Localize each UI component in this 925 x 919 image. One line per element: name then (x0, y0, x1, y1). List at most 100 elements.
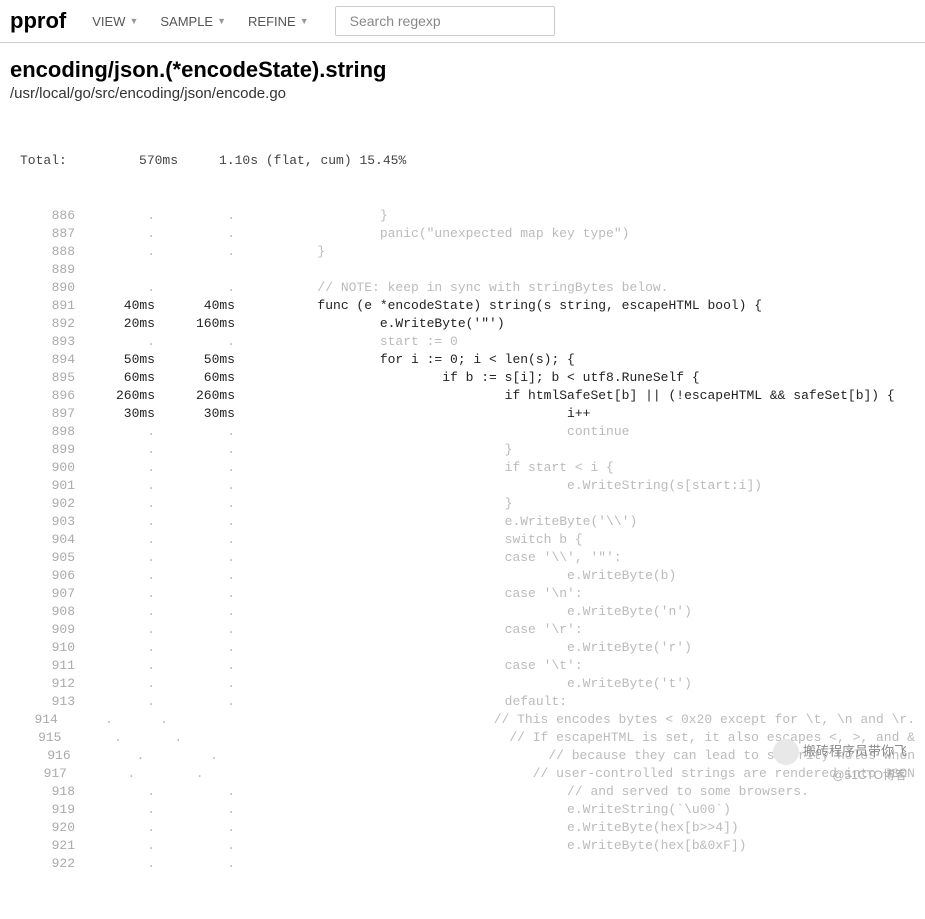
source-line: 890.. // NOTE: keep in sync with stringB… (10, 279, 915, 297)
line-number: 920 (20, 819, 75, 837)
menu-sample-label: SAMPLE (160, 14, 213, 29)
line-number: 896 (20, 387, 75, 405)
cum-time: . (155, 459, 235, 477)
source-text: case '\n': (255, 585, 915, 603)
menu-view[interactable]: VIEW ▼ (86, 10, 144, 33)
source-line: 916.. // because they can lead to securi… (10, 747, 915, 765)
cum-time: . (144, 747, 218, 765)
source-line: 898.. continue (10, 423, 915, 441)
cum-time (155, 261, 235, 279)
cum-time: . (155, 279, 235, 297)
source-text: // If escapeHTML is set, it also escapes… (197, 729, 915, 747)
flat-time: . (75, 225, 155, 243)
totals-meta: (flat, cum) 15.45% (266, 153, 406, 168)
flat-time (75, 261, 155, 279)
flat-time: . (75, 837, 155, 855)
content: encoding/json.(*encodeState).string /usr… (0, 43, 925, 919)
menu-refine[interactable]: REFINE ▼ (242, 10, 315, 33)
source-line: 886.. } (10, 207, 915, 225)
flat-time: . (75, 675, 155, 693)
cum-time: . (155, 567, 235, 585)
source-line: 89730ms30ms i++ (10, 405, 915, 423)
flat-time: . (75, 441, 155, 459)
line-number: 895 (20, 369, 75, 387)
source-line: 89220ms160ms e.WriteByte('"') (10, 315, 915, 333)
cum-time: . (155, 423, 235, 441)
source-text: func (e *encodeState) string(s string, e… (255, 297, 915, 315)
source-text: i++ (255, 405, 915, 423)
line-number: 908 (20, 603, 75, 621)
source-text: e.WriteByte(b) (255, 567, 915, 585)
source-line: 888.. } (10, 243, 915, 261)
line-number: 913 (20, 693, 75, 711)
source-line: 917.. // user-controlled strings are ren… (10, 765, 915, 783)
cum-time: 160ms (155, 315, 235, 333)
source-path: /usr/local/go/src/encoding/json/encode.g… (10, 85, 915, 102)
cum-time: 260ms (155, 387, 235, 405)
line-number: 915 (20, 729, 61, 747)
cum-time: . (135, 765, 203, 783)
cum-time: 40ms (155, 297, 235, 315)
cum-time: . (155, 585, 235, 603)
source-line: 89140ms40ms func (e *encodeState) string… (10, 297, 915, 315)
line-number: 914 (20, 711, 58, 729)
cum-time: . (155, 819, 235, 837)
source-listing: Total: 570ms1.10s (flat, cum) 15.45% 886… (10, 116, 915, 909)
flat-time: . (75, 693, 155, 711)
line-number: 918 (20, 783, 75, 801)
cum-time: . (155, 675, 235, 693)
cum-time: . (155, 441, 235, 459)
source-text: case '\r': (255, 621, 915, 639)
source-line: 904.. switch b { (10, 531, 915, 549)
source-text: start := 0 (255, 333, 915, 351)
source-line: 920.. e.WriteByte(hex[b>>4]) (10, 819, 915, 837)
source-text: // NOTE: keep in sync with stringBytes b… (255, 279, 915, 297)
line-number: 890 (20, 279, 75, 297)
source-text: e.WriteByte('"') (255, 315, 915, 333)
source-line: 921.. e.WriteByte(hex[b&0xF]) (10, 837, 915, 855)
source-text: continue (255, 423, 915, 441)
cum-time: . (155, 783, 235, 801)
source-text: panic("unexpected map key type") (255, 225, 915, 243)
source-text (255, 855, 915, 873)
cum-time: 60ms (155, 369, 235, 387)
flat-time: . (75, 423, 155, 441)
flat-time: . (67, 765, 135, 783)
menu-view-label: VIEW (92, 14, 125, 29)
flat-time: . (75, 585, 155, 603)
totals-row: Total: 570ms1.10s (flat, cum) 15.45% (10, 152, 915, 170)
cum-time: . (155, 639, 235, 657)
flat-time: . (75, 243, 155, 261)
page-title: encoding/json.(*encodeState).string (10, 57, 915, 83)
toolbar: pprof VIEW ▼ SAMPLE ▼ REFINE ▼ (0, 0, 925, 43)
flat-time: . (71, 747, 145, 765)
source-line: 896260ms260ms if htmlSafeSet[b] || (!esc… (10, 387, 915, 405)
source-line: 89560ms60ms if b := s[i]; b < utf8.RuneS… (10, 369, 915, 387)
source-text: e.WriteByte('\\') (255, 513, 915, 531)
source-line: 913.. default: (10, 693, 915, 711)
flat-time: 260ms (75, 387, 155, 405)
source-text: e.WriteString(s[start:i]) (255, 477, 915, 495)
source-text: } (255, 207, 915, 225)
line-number: 904 (20, 531, 75, 549)
flat-time: . (75, 567, 155, 585)
source-text: e.WriteByte(hex[b&0xF]) (255, 837, 915, 855)
source-line: 918.. // and served to some browsers. (10, 783, 915, 801)
brand[interactable]: pprof (10, 8, 66, 34)
cum-time: . (155, 837, 235, 855)
source-text (255, 261, 915, 279)
cum-time: . (113, 711, 168, 729)
cum-time: . (155, 477, 235, 495)
flat-time: . (61, 729, 121, 747)
source-text: switch b { (255, 531, 915, 549)
source-line: 899.. } (10, 441, 915, 459)
chevron-down-icon: ▼ (129, 16, 138, 26)
menu-sample[interactable]: SAMPLE ▼ (154, 10, 232, 33)
cum-time: . (155, 855, 235, 873)
search-input[interactable] (335, 6, 555, 36)
source-text: if start < i { (255, 459, 915, 477)
cum-time: . (155, 207, 235, 225)
flat-time: . (75, 639, 155, 657)
line-number: 910 (20, 639, 75, 657)
flat-time: 40ms (75, 297, 155, 315)
